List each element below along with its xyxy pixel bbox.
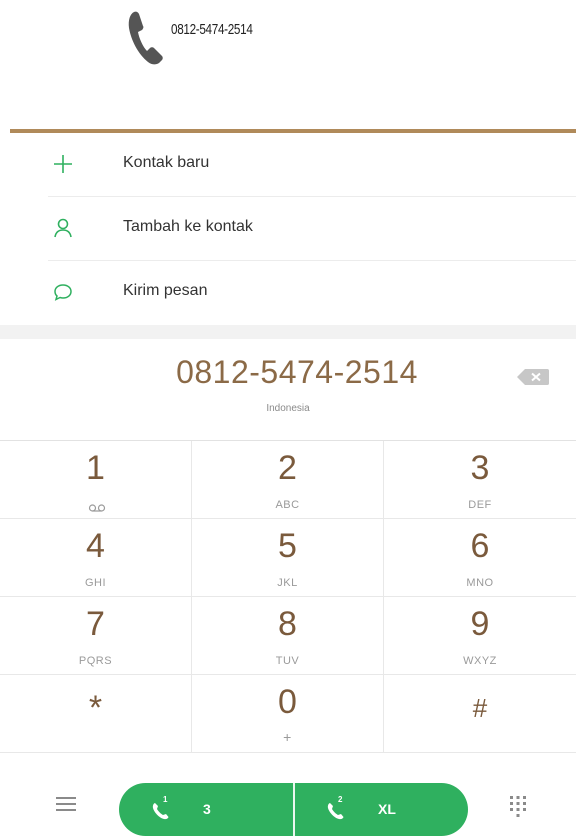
key-digit: # [472, 693, 488, 723]
menu-item-label: Kirim pesan [123, 282, 208, 299]
key-5[interactable]: 5 JKL [192, 519, 384, 597]
key-star[interactable]: * [0, 675, 192, 753]
carrier-label: XL [378, 801, 396, 817]
key-4[interactable]: 4 GHI [0, 519, 192, 597]
key-letters: WXYZ [463, 655, 497, 667]
dialed-number[interactable]: 0812-5474-2514 [0, 354, 576, 391]
key-hash[interactable]: # [384, 675, 576, 753]
key-digit: 8 [278, 605, 297, 643]
key-0[interactable]: 0 + [192, 675, 384, 753]
call-button-group: 1 3 2 XL [119, 783, 468, 836]
phone-call-icon [327, 803, 344, 820]
phone-call-icon [152, 803, 169, 820]
key-letters: + [283, 729, 292, 745]
menu-item-add-to-contact[interactable]: Tambah ke kontak [48, 197, 576, 261]
key-letters: TUV [275, 655, 300, 667]
key-digit: 4 [86, 527, 105, 565]
key-letters: DEF [468, 499, 492, 511]
key-digit: 1 [86, 449, 105, 487]
call-sim2-button[interactable]: 2 XL [294, 783, 468, 836]
key-digit: 5 [278, 527, 297, 565]
key-letters: ABC [275, 499, 300, 511]
menu-item-label: Tambah ke kontak [123, 218, 253, 235]
key-letters: PQRS [78, 655, 113, 667]
key-letters: JKL [277, 577, 298, 589]
key-digit: 9 [470, 605, 490, 643]
key-digit: 6 [470, 527, 490, 565]
key-8[interactable]: 8 TUV [192, 597, 384, 675]
country-label: Indonesia [266, 403, 310, 414]
key-1[interactable]: 1 [0, 441, 192, 519]
message-icon [54, 284, 72, 301]
menu-item-label: Kontak baru [123, 154, 210, 171]
key-3[interactable]: 3 DEF [384, 441, 576, 519]
hamburger-menu-icon[interactable] [54, 795, 78, 813]
dial-keypad: 1 2 ABC 3 DEF 4 GHI 5 JKL 6 MNO 7 PQRS 8… [0, 440, 576, 753]
phone-icon [128, 11, 163, 65]
key-digit: * [88, 689, 103, 727]
plus-icon [54, 155, 72, 173]
menu-item-new-contact[interactable]: Kontak baru [48, 133, 576, 197]
key-7[interactable]: 7 PQRS [0, 597, 192, 675]
key-letters: GHI [84, 577, 107, 589]
carrier-label: 3 [203, 801, 211, 817]
backspace-icon[interactable] [516, 367, 550, 387]
sim-number: 2 [338, 795, 343, 804]
call-sim1-button[interactable]: 1 3 [119, 783, 293, 836]
key-9[interactable]: 9 WXYZ [384, 597, 576, 675]
voicemail-icon [88, 504, 106, 512]
person-icon [54, 218, 72, 238]
banner-phone-number: 0812-5474-2514 [171, 21, 253, 38]
dialed-number-text: 0812-5474-2514 [176, 354, 418, 390]
action-menu: Kontak baru Tambah ke kontak Kirim pesan [0, 133, 576, 326]
key-digit: 3 [470, 449, 490, 487]
key-letters: MNO [466, 577, 494, 589]
key-digit: 0 [278, 683, 297, 721]
key-digit: 2 [278, 449, 297, 487]
menu-item-send-message[interactable]: Kirim pesan [48, 261, 576, 325]
phone-number-banner: 0812-5474-2514 [0, 0, 576, 130]
key-digit: 7 [86, 605, 105, 643]
key-6[interactable]: 6 MNO [384, 519, 576, 597]
section-separator [0, 325, 576, 339]
key-2[interactable]: 2 ABC [192, 441, 384, 519]
sim-number: 1 [163, 795, 168, 804]
dialpad-icon[interactable] [508, 794, 528, 818]
